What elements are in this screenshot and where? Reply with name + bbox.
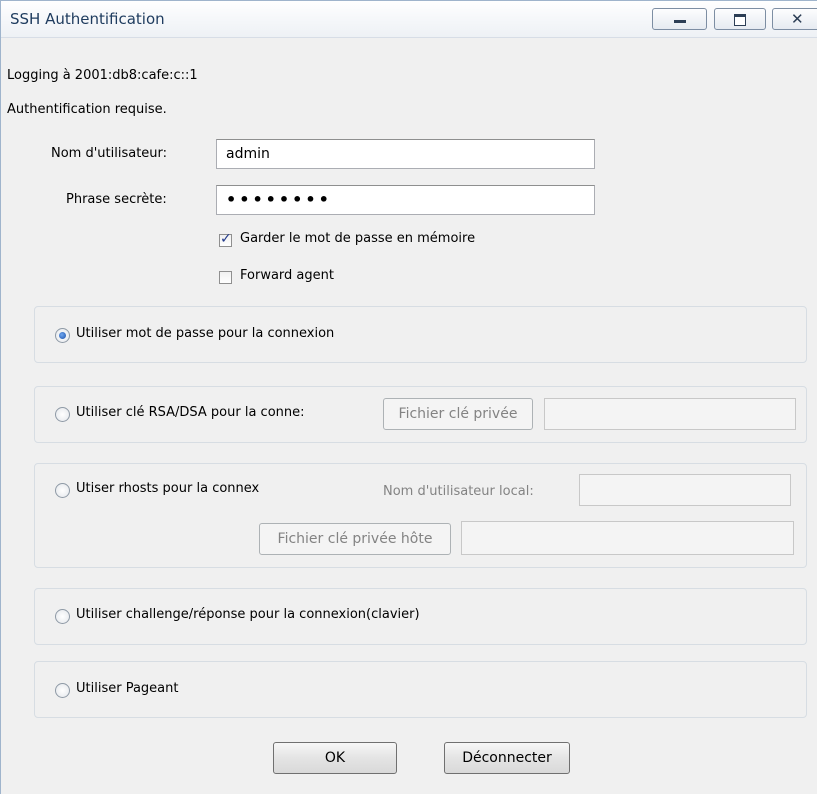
pageant-method-label[interactable]: Utiliser Pageant [76,681,178,696]
pageant-method-radio[interactable] [55,683,70,698]
local-user-input[interactable] [579,474,791,506]
private-key-file-input[interactable] [544,398,796,430]
forward-agent-checkbox[interactable] [219,271,232,284]
passphrase-input[interactable]: •••••••• [216,185,595,215]
disconnect-button[interactable]: Déconnecter [444,742,570,774]
minimize-icon [653,9,706,29]
maximize-button[interactable] [714,8,766,30]
private-key-file-button[interactable]: Fichier clé privée [383,398,533,430]
password-method-radio[interactable] [55,328,70,343]
host-key-file-button[interactable]: Fichier clé privée hôte [259,523,451,555]
username-label: Nom d'utilisateur: [51,146,168,161]
passphrase-label: Phrase secrète: [66,192,167,207]
minimize-button[interactable] [652,8,707,30]
remember-password-checkbox[interactable] [219,231,232,247]
remember-password-label[interactable]: Garder le mot de passe en mémoire [240,231,475,246]
rsa-method-radio[interactable] [55,407,70,422]
password-method-label[interactable]: Utiliser mot de passe pour la connexion [76,326,334,341]
auth-required-text: Authentification requise. [7,102,167,117]
rsa-method-label[interactable]: Utiliser clé RSA/DSA pour la conne: [76,405,305,420]
title-bar[interactable]: SSH Authentification ✕ [1,1,817,38]
forward-agent-label[interactable]: Forward agent [240,268,334,283]
host-key-file-input[interactable] [461,521,794,555]
rhosts-method-label[interactable]: Utiser rhosts pour la connex [76,481,259,496]
username-input[interactable]: admin [216,139,595,169]
maximize-icon [715,9,765,29]
local-user-label: Nom d'utilisateur local: [383,484,534,499]
challenge-method-radio[interactable] [55,609,70,624]
ssh-auth-dialog: SSH Authentification ✕ Logging à 2001:db… [0,0,817,794]
logging-text: Logging à 2001:db8:cafe:c::1 [7,68,198,83]
window-title: SSH Authentification [10,10,165,28]
rhosts-method-radio[interactable] [55,483,70,498]
ok-button[interactable]: OK [273,742,397,774]
close-button[interactable]: ✕ [772,8,817,30]
close-icon: ✕ [791,10,804,28]
challenge-method-label[interactable]: Utiliser challenge/réponse pour la conne… [76,607,420,622]
